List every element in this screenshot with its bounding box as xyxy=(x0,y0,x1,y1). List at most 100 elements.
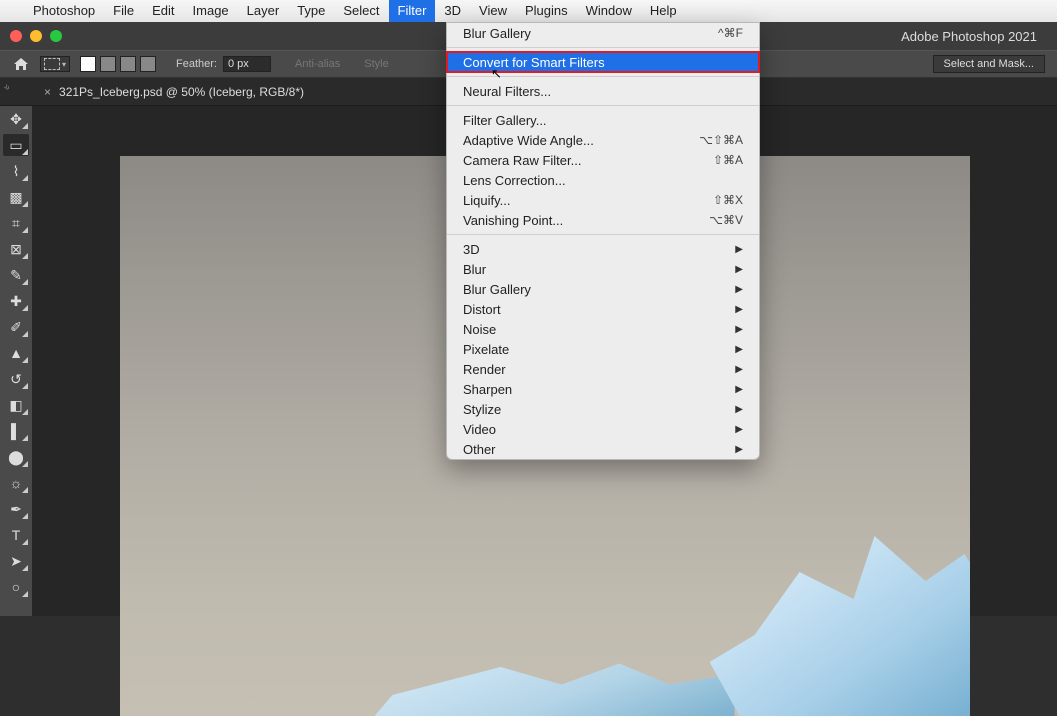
dodge-tool[interactable]: ☼ xyxy=(3,472,29,494)
object-select-tool[interactable]: ▩ xyxy=(3,186,29,208)
menu-item-shortcut: ⌥⌘V xyxy=(709,213,743,227)
menu-item-label: Other xyxy=(463,442,496,457)
menu-edit[interactable]: Edit xyxy=(143,0,183,22)
marquee-tool[interactable]: ▭ xyxy=(3,134,29,156)
filter-menu-dropdown: Blur Gallery ^⌘F Convert for Smart Filte… xyxy=(446,22,760,460)
eraser-tool[interactable]: ◧ xyxy=(3,394,29,416)
menu-item-label: Filter Gallery... xyxy=(463,113,547,128)
menu-help[interactable]: Help xyxy=(641,0,686,22)
new-selection-icon[interactable] xyxy=(80,56,96,72)
menu-item-label: Lens Correction... xyxy=(463,173,566,188)
iceberg-graphic xyxy=(375,646,735,716)
menu-item-camera-raw[interactable]: Camera Raw Filter... ⇧⌘A xyxy=(447,150,759,170)
tools-panel: ✥ ▭ ⌇ ▩ ⌗ ⊠ ✎ ✚ ✐ ▲ ↺ ◧ ▌ ⬤ ☼ ✒ T ➤ ○ xyxy=(0,106,32,616)
menu-window[interactable]: Window xyxy=(577,0,641,22)
intersect-selection-icon[interactable] xyxy=(140,56,156,72)
menu-item-label: Camera Raw Filter... xyxy=(463,153,581,168)
menu-item-noise[interactable]: Noise▶ xyxy=(447,319,759,339)
eyedropper-tool[interactable]: ✎ xyxy=(3,264,29,286)
pen-tool[interactable]: ✒ xyxy=(3,498,29,520)
menu-item-label: Convert for Smart Filters xyxy=(463,55,605,70)
menu-item-shortcut: ⇧⌘A xyxy=(713,153,743,167)
clone-stamp-tool[interactable]: ▲ xyxy=(3,342,29,364)
menu-item-label: Vanishing Point... xyxy=(463,213,563,228)
menu-view[interactable]: View xyxy=(470,0,516,22)
expand-panels-icon[interactable]: » xyxy=(1,82,13,94)
move-tool[interactable]: ✥ xyxy=(3,108,29,130)
blur-tool[interactable]: ⬤ xyxy=(3,446,29,468)
shape-tool[interactable]: ○ xyxy=(3,576,29,598)
menu-item-video[interactable]: Video▶ xyxy=(447,419,759,439)
menu-item-convert-smart-filters[interactable]: Convert for Smart Filters ↖ xyxy=(447,52,759,72)
history-brush-tool[interactable]: ↺ xyxy=(3,368,29,390)
submenu-arrow-icon: ▶ xyxy=(735,364,743,375)
menu-item-blur-gallery[interactable]: Blur Gallery▶ xyxy=(447,279,759,299)
menu-item-label: Blur xyxy=(463,262,486,277)
menu-item-stylize[interactable]: Stylize▶ xyxy=(447,399,759,419)
menu-item-vanishing-point[interactable]: Vanishing Point... ⌥⌘V xyxy=(447,210,759,230)
menu-plugins[interactable]: Plugins xyxy=(516,0,577,22)
feather-input[interactable] xyxy=(223,56,271,72)
submenu-arrow-icon: ▶ xyxy=(735,384,743,395)
menu-item-blur[interactable]: Blur▶ xyxy=(447,259,759,279)
type-tool[interactable]: T xyxy=(3,524,29,546)
tool-preset-picker[interactable]: ▾ xyxy=(40,56,70,72)
submenu-arrow-icon: ▶ xyxy=(735,324,743,335)
zoom-window-icon[interactable] xyxy=(50,30,62,42)
menu-separator xyxy=(447,234,759,235)
home-icon[interactable] xyxy=(8,54,34,74)
menu-separator xyxy=(447,76,759,77)
menu-select[interactable]: Select xyxy=(334,0,388,22)
menu-item-label: Video xyxy=(463,422,496,437)
menu-item-shortcut: ⌥⇧⌘A xyxy=(699,133,743,147)
menu-item-pixelate[interactable]: Pixelate ▶ xyxy=(447,339,759,359)
document-tab[interactable]: × 321Ps_Iceberg.psd @ 50% (Iceberg, RGB/… xyxy=(34,81,314,103)
chevron-down-icon: ▾ xyxy=(62,60,66,69)
menu-3d[interactable]: 3D xyxy=(435,0,470,22)
submenu-arrow-icon: ▶ xyxy=(735,284,743,295)
path-select-tool[interactable]: ➤ xyxy=(3,550,29,572)
menu-image[interactable]: Image xyxy=(184,0,238,22)
menu-filter[interactable]: Filter xyxy=(389,0,436,22)
menu-item-render[interactable]: Render▶ xyxy=(447,359,759,379)
menu-layer[interactable]: Layer xyxy=(238,0,289,22)
frame-tool[interactable]: ⊠ xyxy=(3,238,29,260)
submenu-arrow-icon: ▶ xyxy=(735,444,743,455)
feather-label: Feather: xyxy=(176,58,217,70)
menu-photoshop[interactable]: Photoshop xyxy=(24,0,104,22)
lasso-tool[interactable]: ⌇ xyxy=(3,160,29,182)
minimize-window-icon[interactable] xyxy=(30,30,42,42)
menu-item-neural-filters[interactable]: Neural Filters... xyxy=(447,81,759,101)
marquee-icon xyxy=(44,58,60,70)
menu-item-3d[interactable]: 3D▶ xyxy=(447,239,759,259)
menu-type[interactable]: Type xyxy=(288,0,334,22)
menu-item-label: Sharpen xyxy=(463,382,512,397)
menu-item-lens-correction[interactable]: Lens Correction... xyxy=(447,170,759,190)
close-window-icon[interactable] xyxy=(10,30,22,42)
add-selection-icon[interactable] xyxy=(100,56,116,72)
menu-item-label: Blur Gallery xyxy=(463,26,531,41)
close-tab-icon[interactable]: × xyxy=(44,85,51,99)
menu-item-shortcut: ⇧⌘X xyxy=(713,193,743,207)
submenu-arrow-icon: ▶ xyxy=(735,404,743,415)
menu-file[interactable]: File xyxy=(104,0,143,22)
menu-item-sharpen[interactable]: Sharpen ▶ xyxy=(447,379,759,399)
submenu-arrow-icon: ▶ xyxy=(735,344,743,355)
menu-item-label: Pixelate xyxy=(463,342,509,357)
menu-separator xyxy=(447,105,759,106)
menu-item-distort[interactable]: Distort▶ xyxy=(447,299,759,319)
crop-tool[interactable]: ⌗ xyxy=(3,212,29,234)
menu-item-filter-gallery[interactable]: Filter Gallery... xyxy=(447,110,759,130)
gradient-tool[interactable]: ▌ xyxy=(3,420,29,442)
subtract-selection-icon[interactable] xyxy=(120,56,136,72)
app-title: Adobe Photoshop 2021 xyxy=(901,29,1037,44)
select-and-mask-button[interactable]: Select and Mask... xyxy=(933,55,1046,73)
traffic-lights xyxy=(0,30,72,42)
menu-item-last-filter[interactable]: Blur Gallery ^⌘F xyxy=(447,23,759,43)
menu-item-adaptive-wide-angle[interactable]: Adaptive Wide Angle... ⌥⇧⌘A xyxy=(447,130,759,150)
menu-item-label: Adaptive Wide Angle... xyxy=(463,133,594,148)
healing-brush-tool[interactable]: ✚ xyxy=(3,290,29,312)
brush-tool[interactable]: ✐ xyxy=(3,316,29,338)
menu-item-liquify[interactable]: Liquify... ⇧⌘X xyxy=(447,190,759,210)
menu-item-other[interactable]: Other ▶ xyxy=(447,439,759,459)
